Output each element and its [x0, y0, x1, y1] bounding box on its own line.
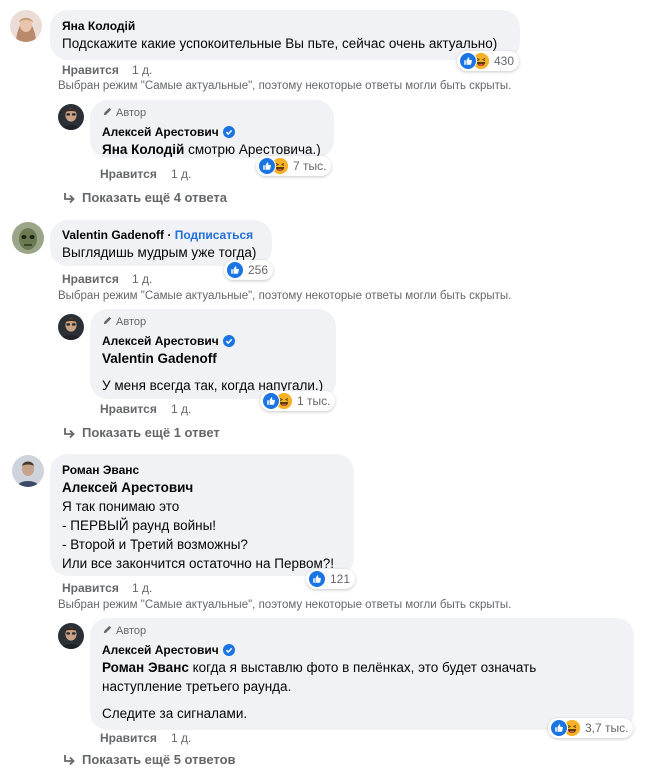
like-button[interactable]: Нравится: [100, 402, 157, 416]
reply-arrow-icon: [62, 191, 76, 205]
reply-arrow-icon: [62, 753, 76, 767]
avatar[interactable]: [58, 623, 84, 649]
mention[interactable]: Valentin Gadenoff: [102, 351, 217, 366]
reply-text: Следите за сигналами.: [102, 706, 248, 721]
timestamp[interactable]: 1 д.: [171, 731, 191, 745]
author-label: Автор: [116, 625, 147, 637]
pencil-icon: [102, 106, 113, 117]
author-badge: Автор: [102, 315, 324, 329]
mention[interactable]: Алексей Арестович: [62, 480, 193, 495]
comment-bubble: Яна Колодій Подскажите какие успокоитель…: [50, 10, 520, 60]
reactions-badge[interactable]: 430: [457, 51, 520, 71]
reaction-count: 1 тыс.: [297, 394, 331, 408]
comment-bubble: Роман Эванс Алексей Арестович Я так пони…: [50, 454, 354, 576]
avatar[interactable]: [12, 455, 44, 487]
avatar[interactable]: [10, 10, 42, 42]
reactions-badge[interactable]: 7 тыс.: [256, 156, 332, 176]
mode-note: Выбран режим "Самые актуальные", поэтому…: [58, 80, 512, 92]
avatar[interactable]: [12, 222, 44, 254]
like-icon: [226, 261, 244, 279]
like-button[interactable]: Нравится: [100, 167, 157, 181]
like-button[interactable]: Нравится: [62, 581, 119, 595]
timestamp[interactable]: 1 д.: [132, 63, 152, 77]
reply-text: смотрю Арестовича.): [184, 142, 321, 157]
like-icon: [550, 719, 568, 737]
like-icon: [459, 52, 477, 70]
avatar[interactable]: [58, 314, 84, 340]
comment-line: - ПЕРВЫЙ раунд войны!: [62, 518, 217, 533]
comment-line: Или все закончится остаточно на Первом?!: [62, 556, 335, 571]
like-button[interactable]: Нравится: [62, 272, 119, 286]
reply-bubble: Автор Алексей Арестович Valentin Gadenof…: [90, 309, 336, 399]
reactions-badge[interactable]: 121: [306, 569, 356, 589]
author-badge: Автор: [102, 106, 322, 120]
comment-text: Выглядишь мудрым уже тогда): [62, 245, 257, 260]
reply-bubble: Автор Алексей Арестович Яна Колодій смот…: [90, 100, 334, 158]
timestamp[interactable]: 1 д.: [171, 167, 191, 181]
mode-note: Выбран режим "Самые актуальные", поэтому…: [58, 290, 512, 302]
verified-icon: [223, 126, 235, 138]
reaction-count: 7 тыс.: [293, 159, 327, 173]
reactions-badge[interactable]: 256: [224, 260, 274, 280]
reply-arrow-icon: [62, 426, 76, 440]
reaction-count: 430: [494, 54, 515, 68]
reply-author[interactable]: Алексей Арестович: [102, 125, 219, 139]
timestamp[interactable]: 1 д.: [132, 581, 152, 595]
mention[interactable]: Роман Эванс: [102, 660, 189, 675]
mention[interactable]: Яна Колодій: [102, 142, 184, 157]
subscribe-button[interactable]: Подписаться: [175, 228, 253, 242]
like-button[interactable]: Нравится: [100, 731, 157, 745]
reactions-badge[interactable]: 1 тыс.: [260, 391, 336, 411]
reply-text: наступление третьего раунда.: [102, 679, 292, 694]
comment-author[interactable]: Роман Эванс: [62, 462, 342, 478]
show-more-label: Показать ещё 4 ответа: [82, 190, 228, 205]
comment-text: Подскажите какие успокоительные Вы пьте,…: [62, 36, 498, 51]
like-icon: [308, 570, 326, 588]
verified-icon: [223, 335, 235, 347]
avatar[interactable]: [58, 104, 84, 130]
like-button[interactable]: Нравится: [62, 63, 119, 77]
reply-author[interactable]: Алексей Арестович: [102, 334, 219, 348]
pencil-icon: [102, 624, 113, 635]
author-badge: Автор: [102, 624, 622, 638]
timestamp[interactable]: 1 д.: [132, 272, 152, 286]
reply-author[interactable]: Алексей Арестович: [102, 643, 219, 657]
like-icon: [262, 392, 280, 410]
reaction-count: 121: [330, 572, 351, 586]
like-icon: [258, 157, 276, 175]
show-more-replies[interactable]: Показать ещё 5 ответов: [62, 752, 236, 767]
author-label: Автор: [116, 107, 147, 119]
show-more-replies[interactable]: Показать ещё 4 ответа: [62, 190, 227, 205]
timestamp[interactable]: 1 д.: [171, 402, 191, 416]
reactions-badge[interactable]: 3,7 тыс.: [548, 718, 634, 738]
comment-line: - Второй и Третий возможны?: [62, 537, 248, 552]
comment-author[interactable]: Valentin Gadenoff: [62, 228, 164, 242]
pencil-icon: [102, 315, 113, 326]
mode-note: Выбран режим "Самые актуальные", поэтому…: [58, 599, 512, 611]
comment-line: Я так понимаю это: [62, 499, 180, 514]
reply-bubble: Автор Алексей Арестович Роман Эванс когд…: [90, 618, 634, 730]
reaction-count: 3,7 тыс.: [585, 721, 629, 735]
show-more-label: Показать ещё 1 ответ: [82, 425, 220, 440]
reaction-count: 256: [248, 263, 269, 277]
comment-author[interactable]: Яна Колодій: [62, 18, 508, 34]
verified-icon: [223, 644, 235, 656]
author-label: Автор: [116, 316, 147, 328]
show-more-label: Показать ещё 5 ответов: [82, 752, 236, 767]
show-more-replies[interactable]: Показать ещё 1 ответ: [62, 425, 220, 440]
reply-text: когда я выставлю фото в пелёнках, это бу…: [188, 660, 537, 675]
